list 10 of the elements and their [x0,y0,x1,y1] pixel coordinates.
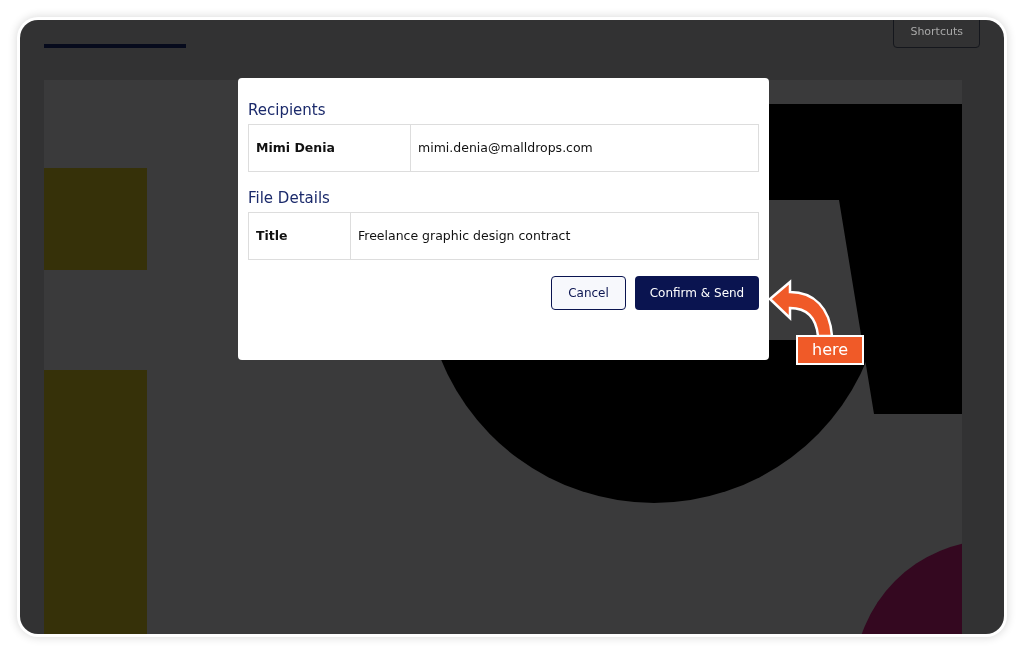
table-cell-text: mimi.denia@malldrops.com [417,138,594,157]
table-cell: Title [249,213,351,259]
table-cell: Mimi Denia [249,125,411,171]
section-heading: Recipients [248,100,327,120]
cancel-button[interactable]: Cancel [551,276,626,310]
callout-label: here [796,335,865,365]
section-heading: File Details [248,188,331,208]
shortcuts-button[interactable]: Shortcuts [893,20,980,48]
table-cell-text: Freelance graphic design contract [357,226,572,245]
confirm-button[interactable]: Confirm & Send [635,276,759,310]
